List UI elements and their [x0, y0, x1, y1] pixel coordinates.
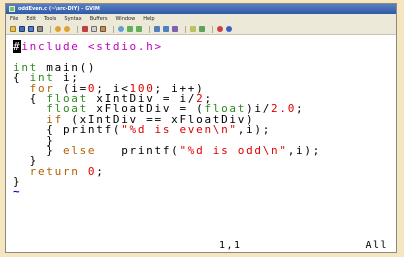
save-icon[interactable]: [19, 26, 25, 32]
code-line: } else printf("%d is odd\n",i);: [13, 143, 396, 157]
print-icon[interactable]: [37, 26, 43, 32]
run-script-icon[interactable]: [172, 26, 178, 32]
help-icon[interactable]: [217, 26, 223, 32]
toolbar-separator: [77, 25, 78, 33]
code-text: ;: [96, 164, 105, 178]
save-all-icon[interactable]: [28, 26, 34, 32]
menu-edit[interactable]: Edit: [26, 16, 36, 22]
menu-bar: File Edit Tools Syntax Buffers Window He…: [6, 14, 396, 24]
code-text: ;: [296, 102, 305, 116]
toolbar-separator: [50, 25, 51, 33]
brace: }: [46, 143, 55, 157]
statement-keyword: else: [62, 143, 97, 157]
toolbar: [6, 24, 396, 35]
toolbar-separator: [149, 25, 150, 33]
code-line: ~: [13, 185, 396, 199]
title-bar[interactable]: oddEven.c (~\src-DIY) - GVIM: [6, 4, 396, 14]
open-icon[interactable]: [10, 26, 16, 32]
toolbar-separator: [113, 25, 114, 33]
code-text: ,i);: [287, 143, 321, 157]
menu-tools[interactable]: Tools: [44, 16, 56, 22]
include-header: <stdio.h>: [87, 40, 163, 53]
preprocessor-directive: include: [21, 40, 80, 53]
find-icon[interactable]: [118, 26, 124, 32]
scroll-indicator: All: [365, 240, 388, 251]
menu-help[interactable]: Help: [143, 16, 154, 22]
redo-icon[interactable]: [64, 26, 70, 32]
find-next-icon[interactable]: [127, 26, 133, 32]
menu-window[interactable]: Window: [115, 16, 135, 22]
cut-icon[interactable]: [82, 26, 88, 32]
undo-icon[interactable]: [55, 26, 61, 32]
menu-syntax[interactable]: Syntax: [64, 16, 81, 22]
string-literal: "%d is even\n": [121, 123, 238, 137]
gvim-window: oddEven.c (~\src-DIY) - GVIM File Edit T…: [5, 3, 397, 253]
code-line: { printf("%d is even\n",i);: [13, 123, 396, 137]
statement-keyword: return: [29, 164, 80, 178]
number-constant: 0: [87, 164, 97, 178]
save-session-icon[interactable]: [163, 26, 169, 32]
toolbar-separator: [185, 25, 186, 33]
load-session-icon[interactable]: [154, 26, 160, 32]
make-icon[interactable]: [190, 26, 196, 32]
code-text: printf(: [121, 143, 180, 157]
menu-buffers[interactable]: Buffers: [90, 16, 108, 22]
editor-buffer[interactable]: #include <stdio.h> int main(){ int i; fo…: [6, 36, 396, 240]
find-help-icon[interactable]: [226, 26, 232, 32]
code-text: printf(: [62, 123, 122, 137]
cursor-position: 1,1: [219, 240, 242, 251]
menu-file[interactable]: File: [10, 16, 18, 22]
window-title: oddEven.c (~\src-DIY) - GVIM: [18, 6, 100, 12]
code-text: ,i);: [237, 123, 272, 137]
toolbar-separator: [212, 25, 213, 33]
gvim-app-icon: [9, 6, 15, 12]
paste-icon[interactable]: [100, 26, 106, 32]
find-prev-icon[interactable]: [136, 26, 142, 32]
code-line: #include <stdio.h>: [13, 40, 396, 53]
number-constant: 2.0: [271, 102, 297, 116]
copy-icon[interactable]: [91, 26, 97, 32]
status-line: 1,1 All: [6, 240, 396, 252]
code-line: }: [13, 176, 396, 187]
ctags-icon[interactable]: [199, 26, 205, 32]
empty-line-marker: ~: [13, 185, 22, 199]
code-line: return 0;: [13, 164, 396, 178]
string-literal: "%d is odd\n": [179, 143, 288, 157]
